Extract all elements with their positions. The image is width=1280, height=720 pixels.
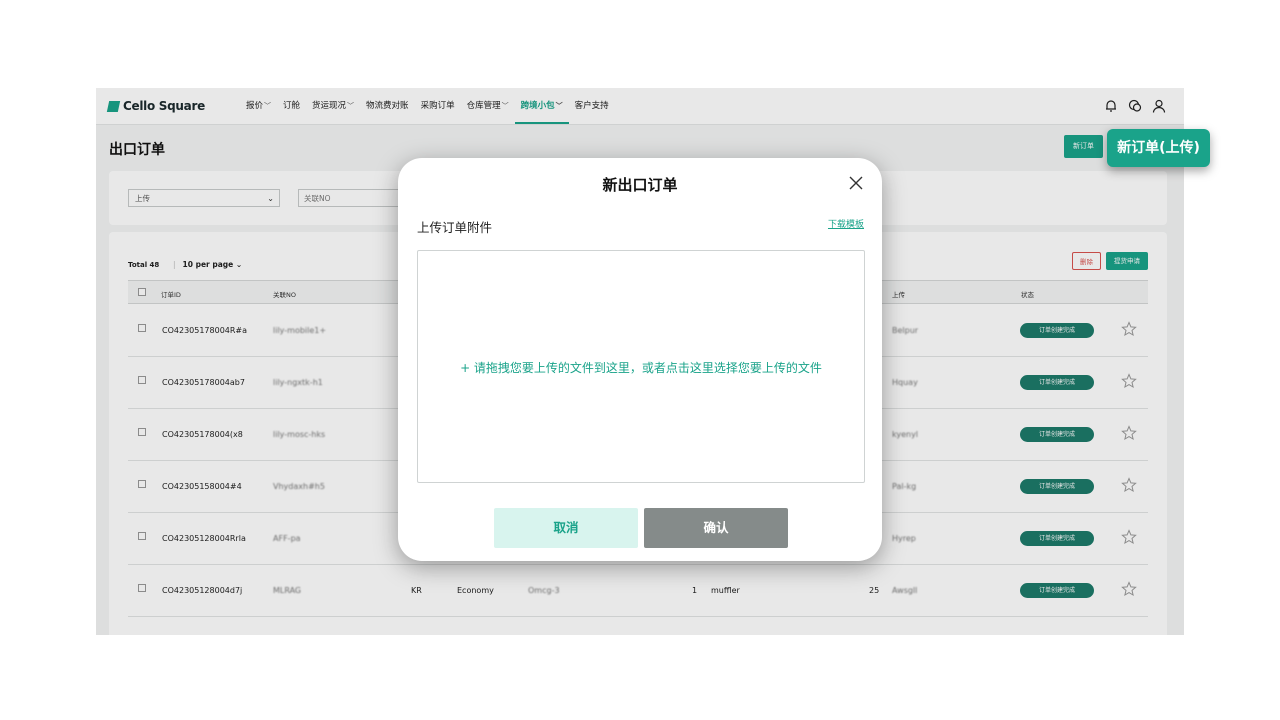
- confirm-button[interactable]: 确认: [644, 508, 788, 548]
- dropzone-text[interactable]: + 请拖拽您要上传的文件到这里，或者点击这里选择您要上传的文件: [418, 359, 864, 376]
- file-dropzone[interactable]: + 请拖拽您要上传的文件到这里，或者点击这里选择您要上传的文件: [417, 250, 865, 483]
- new-export-order-modal: 新出口订单 上传订单附件 下载模板 + 请拖拽您要上传的文件到这里，或者点击这里…: [398, 158, 882, 561]
- modal-title: 新出口订单: [602, 176, 678, 194]
- cancel-button[interactable]: 取消: [494, 508, 638, 548]
- upload-attachment-label: 上传订单附件: [417, 220, 493, 235]
- new-order-upload-button[interactable]: 新订单(上传): [1107, 129, 1210, 167]
- close-icon[interactable]: [848, 175, 864, 191]
- download-template-link[interactable]: 下载模板: [828, 217, 864, 230]
